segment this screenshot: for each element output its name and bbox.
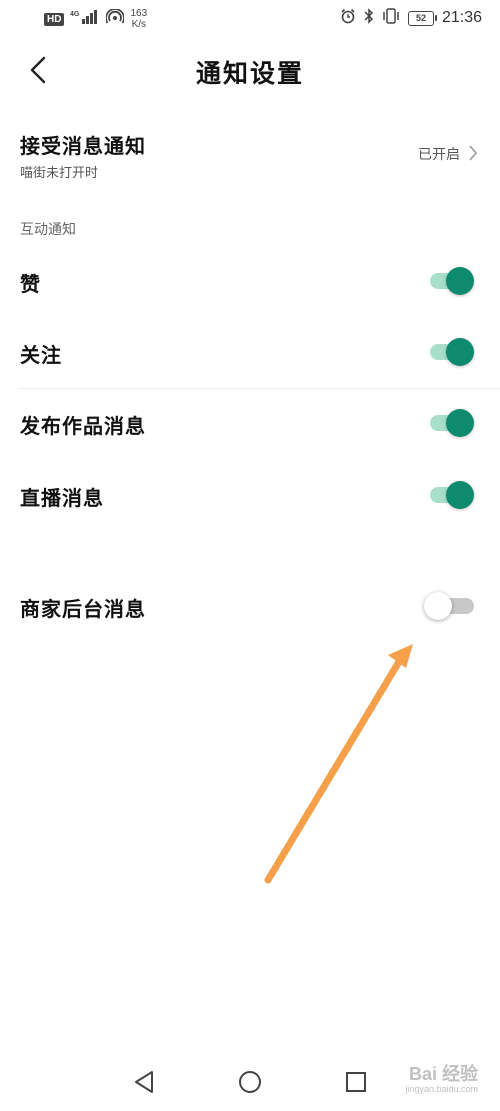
toggle-like[interactable] <box>430 266 474 295</box>
status-bar: HD 4G 163 K/s 52 21:36 <box>0 0 500 36</box>
clock: 21:36 <box>441 9 482 26</box>
toggle-label-publish: 发布作品消息 <box>20 414 146 438</box>
wifi-hotspot-icon <box>105 8 126 29</box>
watermark: Bai 经验 <box>408 1064 478 1084</box>
toggle-live[interactable] <box>430 480 474 509</box>
network-type: 4G <box>70 11 80 18</box>
nav-home-button[interactable] <box>236 1068 264 1096</box>
vibrate-icon <box>382 8 400 28</box>
watermark-sub: jingyan.baidu.com <box>405 1084 478 1094</box>
nav-home-icon <box>239 1071 261 1093</box>
toggle-knob <box>446 267 474 295</box>
net-speed-unit: K/s <box>131 19 147 30</box>
status-right: 52 21:36 <box>340 8 482 28</box>
toggle-row-live: 直播消息 <box>0 476 500 516</box>
divider <box>20 388 500 389</box>
toggle-label-live: 直播消息 <box>20 486 104 510</box>
toggle-merchant[interactable] <box>424 591 474 620</box>
toggle-knob <box>446 409 474 437</box>
receive-notifications-label: 接受消息通知 <box>20 134 146 158</box>
toggle-follow[interactable] <box>430 337 474 366</box>
net-speed-value: 163 <box>130 8 148 19</box>
nav-back-button[interactable] <box>130 1068 158 1096</box>
receive-notifications-subtitle: 喵街未打开时 <box>20 166 99 181</box>
toggle-knob <box>424 592 452 620</box>
toggle-knob <box>446 481 474 509</box>
status-left: HD 4G 163 K/s <box>44 8 147 30</box>
section-title-interaction: 互动通知 <box>20 222 76 238</box>
nav-back-icon <box>135 1071 153 1093</box>
header: 通知设置 <box>0 40 500 100</box>
bluetooth-icon <box>364 8 374 28</box>
nav-recents-icon <box>346 1072 366 1092</box>
receive-notifications-value: 已开启 <box>418 147 460 163</box>
toggle-row-publish: 发布作品消息 <box>0 404 500 444</box>
battery-icon: 52 <box>407 10 437 26</box>
toggle-row-follow: 关注 <box>0 333 500 373</box>
toggle-label-like: 赞 <box>20 272 41 296</box>
net-speed: 163 K/s <box>130 8 147 30</box>
toggle-label-follow: 关注 <box>20 343 62 367</box>
toggle-row-like: 赞 <box>0 262 500 302</box>
page-title: 通知设置 <box>195 59 304 88</box>
receive-notifications-row[interactable]: 接受消息通知 喵街未打开时 已开启 <box>0 120 500 190</box>
nav-recents-button[interactable] <box>342 1068 370 1096</box>
toggle-label-merchant: 商家后台消息 <box>20 597 146 621</box>
alarm-icon <box>340 8 356 28</box>
chevron-right-icon <box>469 145 478 161</box>
toggle-row-merchant: 商家后台消息 <box>0 587 500 627</box>
hd-badge: HD <box>44 12 65 26</box>
toggle-publish[interactable] <box>430 408 474 437</box>
signal-icon: 4G <box>70 9 100 29</box>
toggle-knob <box>446 338 474 366</box>
